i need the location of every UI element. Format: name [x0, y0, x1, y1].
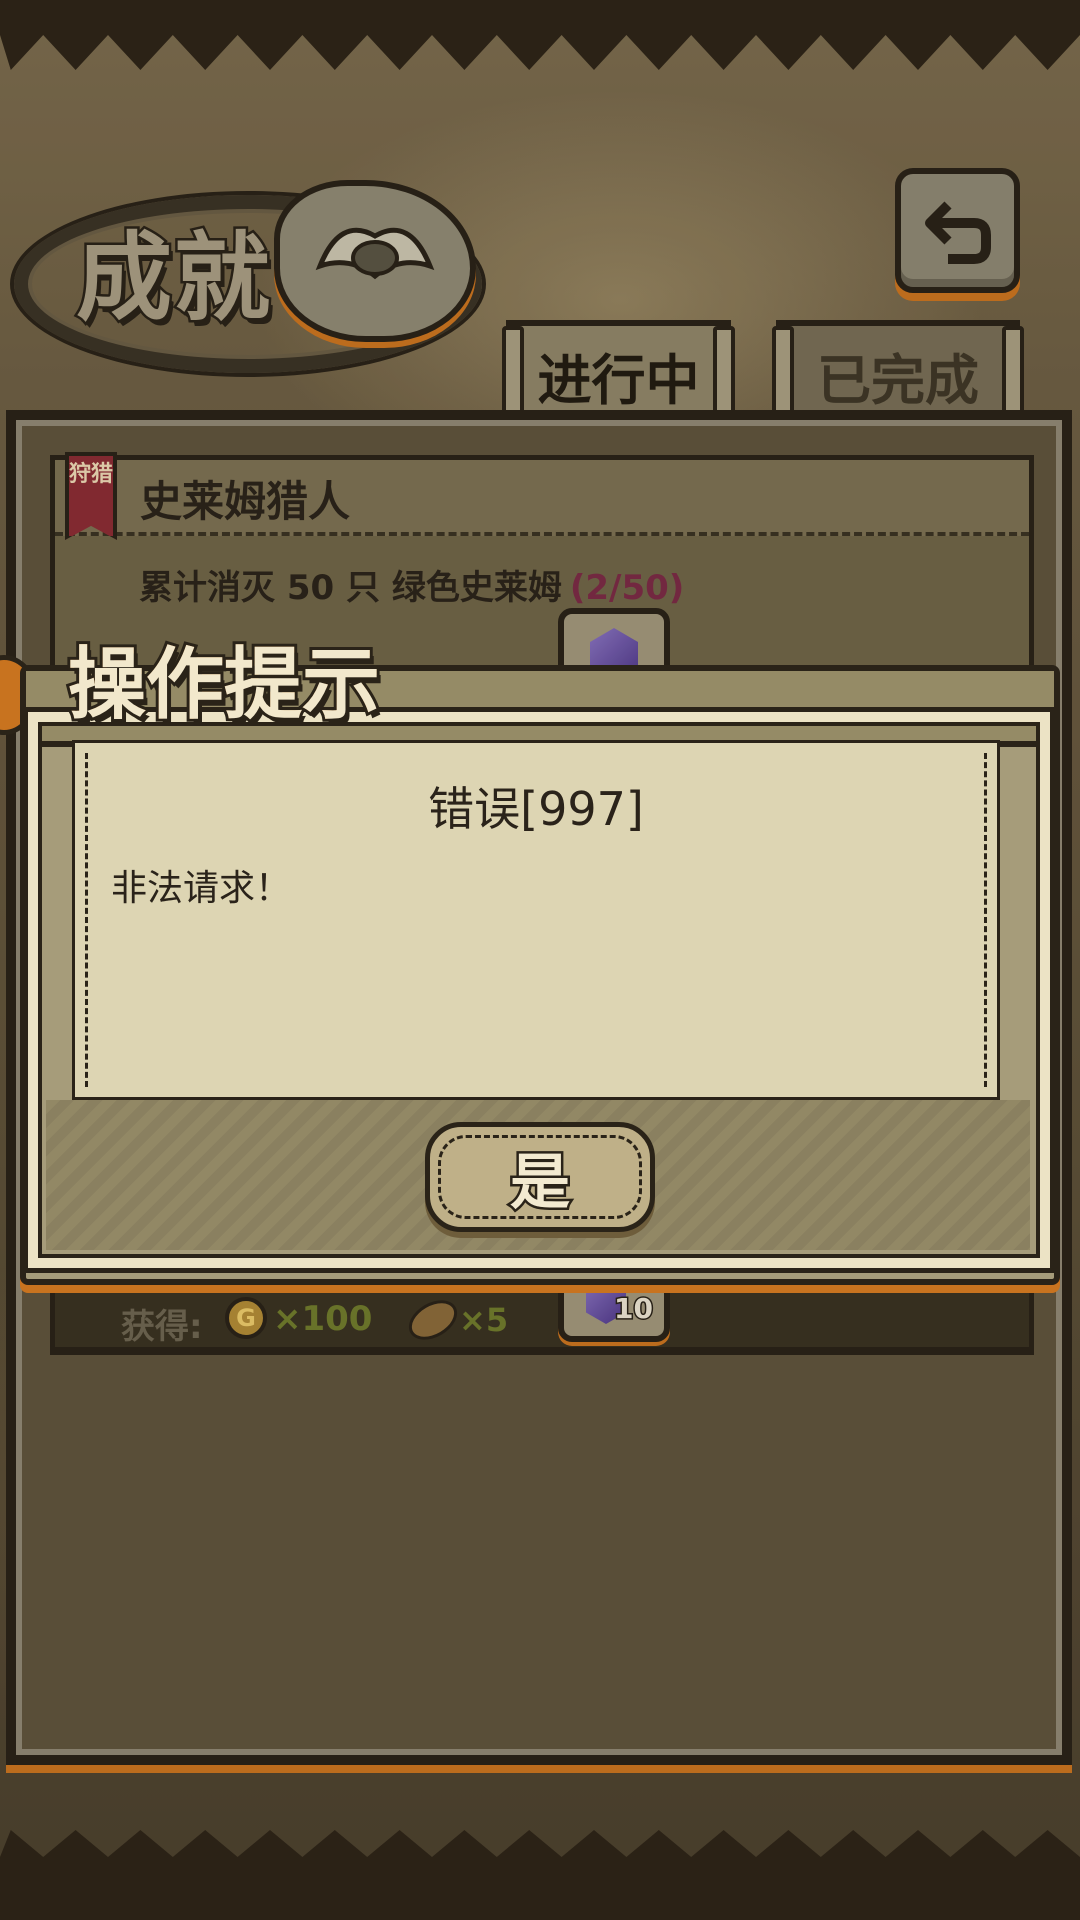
dialog-title: 操作提示: [65, 636, 383, 733]
dialog-content: 错误[997] 非法请求！: [72, 740, 1000, 1100]
message-body: 非法请求！: [111, 868, 292, 909]
confirm-button-label: 是: [508, 1145, 573, 1220]
confirm-button[interactable]: 是: [425, 1122, 655, 1232]
message-title: 错误[997]: [428, 782, 644, 836]
